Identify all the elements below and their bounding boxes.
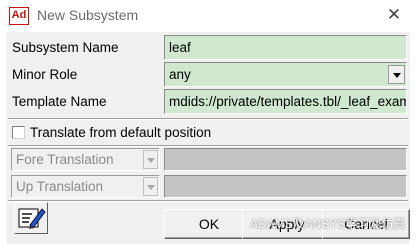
minor-role-dropdown[interactable]: any bbox=[164, 62, 407, 87]
comment-edit-icon bbox=[18, 208, 46, 229]
separator bbox=[8, 200, 408, 202]
minor-role-value: any bbox=[169, 67, 191, 82]
fore-translation-label: Fore Translation bbox=[16, 152, 114, 167]
separator bbox=[8, 145, 408, 147]
chevron-down-icon[interactable] bbox=[143, 150, 158, 169]
subsystem-name-value: leaf bbox=[169, 40, 191, 55]
template-name-value: mdids://private/templates.tbl/_leaf_exam bbox=[169, 94, 407, 109]
chevron-down-icon[interactable] bbox=[143, 177, 158, 196]
up-translation-select[interactable]: Up Translation bbox=[11, 175, 160, 198]
comment-button[interactable] bbox=[14, 202, 48, 234]
close-icon[interactable]: ✕ bbox=[376, 2, 412, 28]
translate-checkbox-label: Translate from default position bbox=[30, 125, 212, 140]
watermark: ADAMS及ANSYS学习及仿真 bbox=[250, 217, 406, 231]
up-translation-label: Up Translation bbox=[16, 179, 104, 194]
chevron-down-icon[interactable] bbox=[388, 65, 405, 84]
subsystem-name-field[interactable]: leaf bbox=[164, 35, 407, 60]
fore-translation-select[interactable]: Fore Translation bbox=[11, 148, 160, 171]
separator bbox=[8, 118, 408, 120]
fore-translation-input[interactable] bbox=[164, 148, 407, 171]
window-title: New Subsystem bbox=[37, 7, 139, 23]
template-name-label: Template Name bbox=[12, 94, 107, 109]
template-name-field[interactable]: mdids://private/templates.tbl/_leaf_exam bbox=[164, 89, 407, 114]
new-subsystem-dialog: Subsystem Name leaf Minor Role any Templ… bbox=[6, 32, 410, 244]
title-bar: Ad New Subsystem ✕ bbox=[0, 0, 416, 30]
minor-role-label: Minor Role bbox=[12, 67, 78, 82]
subsystem-name-label: Subsystem Name bbox=[12, 40, 119, 55]
ok-button[interactable]: OK bbox=[164, 209, 254, 239]
adams-app-icon: Ad bbox=[9, 7, 29, 25]
up-translation-input[interactable] bbox=[164, 175, 407, 198]
translate-checkbox[interactable] bbox=[12, 126, 25, 139]
